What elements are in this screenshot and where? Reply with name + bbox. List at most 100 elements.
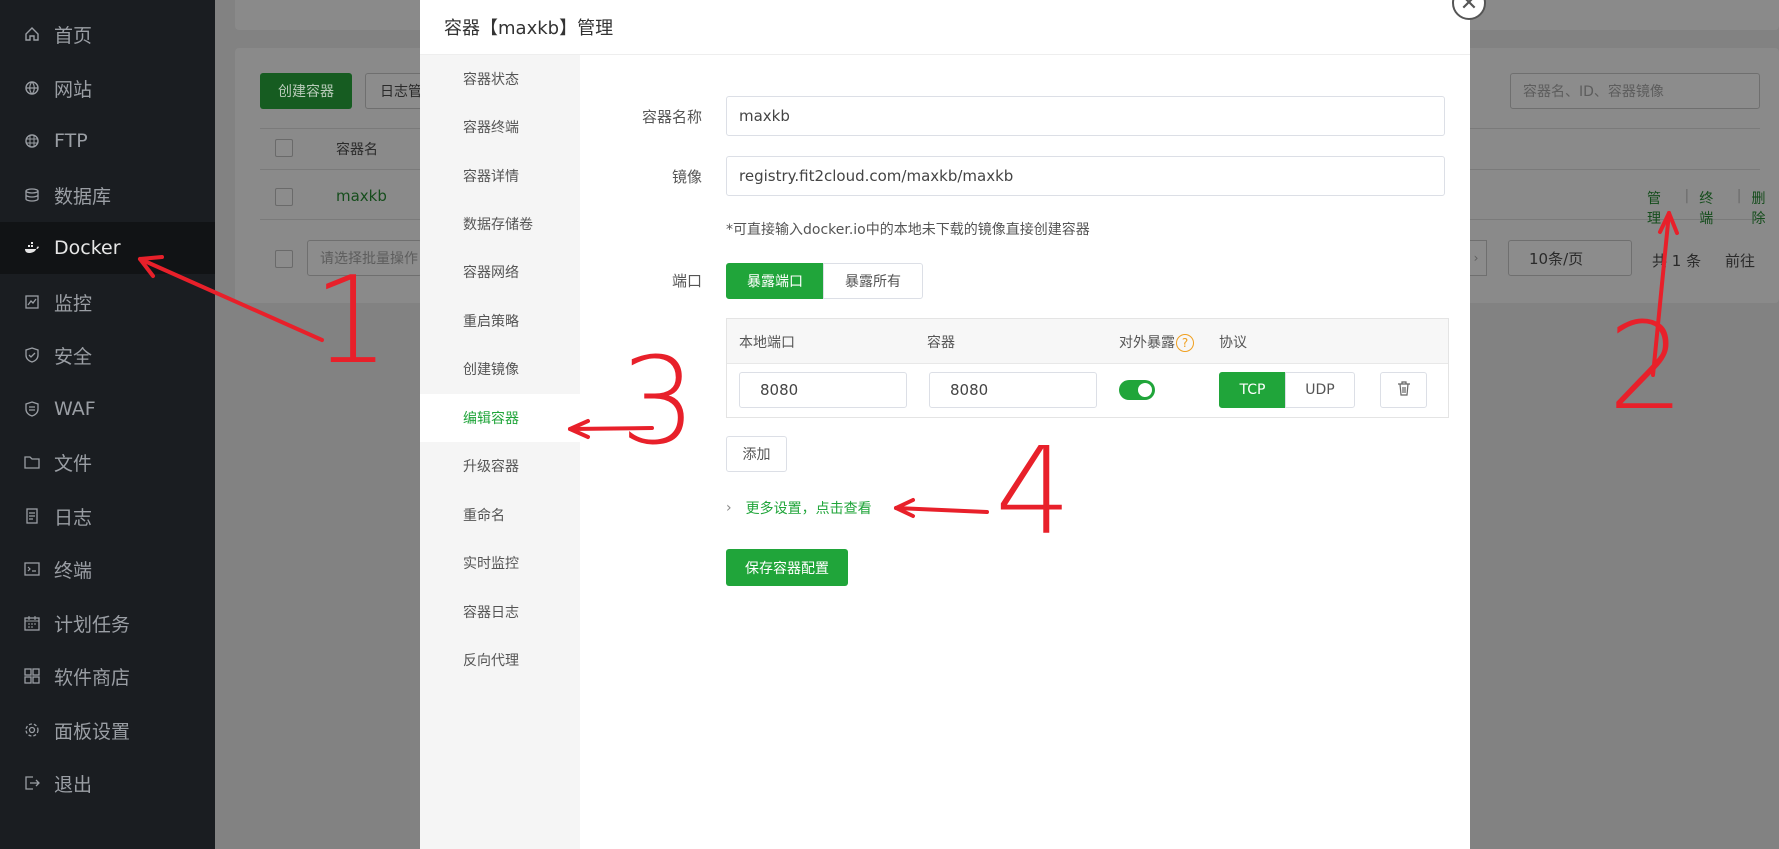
more-settings-label: 更多设置，点击查看 (745, 501, 872, 517)
database-icon (24, 187, 40, 203)
sidebar-item-monitor[interactable]: 监控 (0, 276, 215, 328)
menu-item-realtime-monitor[interactable]: 实时监控 (420, 539, 580, 587)
protocol-tcp-option[interactable]: TCP (1219, 372, 1286, 408)
expose-port-option[interactable]: 暴露端口 (726, 263, 824, 299)
add-port-button[interactable]: 添加 (726, 436, 787, 472)
log-icon (24, 508, 40, 524)
column-header-name: 容器名 (336, 142, 378, 158)
manage-link[interactable]: 管理 (1647, 188, 1675, 228)
menu-item-container-logs[interactable]: 容器日志 (420, 588, 580, 636)
menu-item-rename[interactable]: 重命名 (420, 491, 580, 539)
sidebar-item-label: 面板设置 (54, 720, 131, 743)
sidebar-item-ftp[interactable]: FTP (0, 115, 215, 167)
ftp-icon (24, 133, 40, 149)
annotation-2: 2 (1608, 298, 1685, 437)
header-expose-label: 对外暴露 (1119, 335, 1175, 351)
menu-item-restart-policy[interactable]: 重启策略 (420, 297, 580, 345)
sidebar-item-database[interactable]: 数据库 (0, 169, 215, 221)
globe-icon (24, 80, 40, 96)
sidebar-item-label: 文件 (54, 452, 93, 475)
page-size-select[interactable]: 10条/页 (1508, 240, 1632, 276)
container-port-input[interactable]: 8080 (929, 372, 1097, 408)
batch-checkbox[interactable] (275, 250, 293, 268)
header-protocol: 协议 (1219, 335, 1247, 351)
sidebar-item-website[interactable]: 网站 (0, 62, 215, 114)
annotation-3: 3 (620, 333, 697, 472)
image-input[interactable]: registry.fit2cloud.com/maxkb/maxkb (726, 156, 1445, 196)
sidebar-item-label: WAF (54, 398, 96, 420)
delete-link[interactable]: 删除 (1751, 188, 1779, 228)
row-actions: 管理 | 终端 | 删除 (1647, 188, 1779, 228)
menu-item-terminal[interactable]: 容器终端 (420, 103, 580, 151)
select-all-checkbox[interactable] (275, 139, 293, 157)
sidebar-item-label: FTP (54, 130, 88, 152)
menu-item-details[interactable]: 容器详情 (420, 152, 580, 200)
total-count: 共 1 条 (1652, 252, 1702, 270)
waf-icon (24, 401, 40, 417)
sidebar-item-label: 计划任务 (54, 613, 131, 636)
more-settings-toggle[interactable]: › 更多设置，点击查看 (726, 498, 872, 518)
sidebar-item-label: 监控 (54, 292, 93, 315)
terminal-icon (24, 561, 40, 577)
sidebar-item-label: 安全 (54, 345, 93, 368)
menu-item-upgrade[interactable]: 升级容器 (420, 442, 580, 490)
menu-item-status[interactable]: 容器状态 (420, 55, 580, 103)
trash-icon (1397, 380, 1411, 400)
container-name-link[interactable]: maxkb (336, 187, 387, 205)
sidebar-item-cron[interactable]: 计划任务 (0, 597, 215, 649)
sidebar-item-label: Docker (54, 237, 121, 259)
sidebar-item-store[interactable]: 软件商店 (0, 650, 215, 702)
sidebar-item-terminal[interactable]: 终端 (0, 543, 215, 595)
menu-item-reverse-proxy[interactable]: 反向代理 (420, 636, 580, 684)
terminal-link[interactable]: 终端 (1699, 188, 1727, 228)
sidebar-item-files[interactable]: 文件 (0, 436, 215, 488)
gear-icon (24, 722, 40, 738)
menu-item-network[interactable]: 容器网络 (420, 248, 580, 296)
annotation-1: 1 (313, 252, 390, 391)
sidebar-item-label: 退出 (54, 773, 93, 796)
header-expose: 对外暴露? (1119, 332, 1194, 352)
sidebar-item-label: 首页 (54, 24, 93, 47)
menu-item-volumes[interactable]: 数据存储卷 (420, 200, 580, 248)
sidebar-item-docker[interactable]: Docker (0, 222, 215, 274)
row-checkbox[interactable] (275, 188, 293, 206)
sidebar-item-label: 日志 (54, 506, 93, 529)
menu-item-edit-container[interactable]: 编辑容器 (420, 394, 580, 442)
apps-icon (24, 668, 40, 684)
header-container-port: 容器 (927, 335, 955, 351)
port-table-header: 本地端口 容器 对外暴露? 协议 (727, 319, 1448, 364)
sidebar: 首页 网站 FTP 数据库 Docker 监控 安全 WAF 文件 日志 终端 (0, 0, 215, 849)
sidebar-item-logs[interactable]: 日志 (0, 490, 215, 542)
expose-all-option[interactable]: 暴露所有 (823, 263, 923, 299)
docker-icon (24, 240, 40, 256)
monitor-icon (24, 294, 40, 310)
sidebar-item-label: 软件商店 (54, 666, 131, 689)
sidebar-item-label: 数据库 (54, 185, 112, 208)
folder-icon (24, 454, 40, 470)
sidebar-item-label: 终端 (54, 559, 93, 582)
create-container-button[interactable]: 创建容器 (260, 73, 352, 109)
protocol-udp-option[interactable]: UDP (1285, 372, 1355, 408)
help-icon[interactable]: ? (1176, 334, 1194, 352)
expose-toggle[interactable] (1119, 380, 1155, 400)
goto-label: 前往 (1725, 252, 1756, 270)
sidebar-item-label: 网站 (54, 78, 93, 101)
header-local-port: 本地端口 (739, 335, 795, 351)
sidebar-item-security[interactable]: 安全 (0, 329, 215, 381)
save-container-config-button[interactable]: 保存容器配置 (726, 549, 848, 586)
divider: | (1684, 188, 1690, 204)
container-name-input[interactable]: maxkb (726, 96, 1445, 136)
sidebar-item-settings[interactable]: 面板设置 (0, 704, 215, 756)
container-search-input[interactable]: 容器名、ID、容器镜像 (1510, 73, 1760, 109)
menu-item-create-image[interactable]: 创建镜像 (420, 345, 580, 393)
calendar-icon (24, 615, 40, 631)
home-icon (24, 26, 40, 42)
local-port-input[interactable]: 8080 (739, 372, 907, 408)
name-label: 容器名称 (641, 108, 702, 126)
port-table: 本地端口 容器 对外暴露? 协议 8080 8080 TCP UDP (726, 318, 1449, 418)
delete-port-button[interactable] (1380, 372, 1427, 408)
sidebar-item-waf[interactable]: WAF (0, 383, 215, 435)
port-label: 端口 (671, 272, 702, 290)
sidebar-item-logout[interactable]: 退出 (0, 757, 215, 809)
sidebar-item-home[interactable]: 首页 (0, 8, 215, 60)
